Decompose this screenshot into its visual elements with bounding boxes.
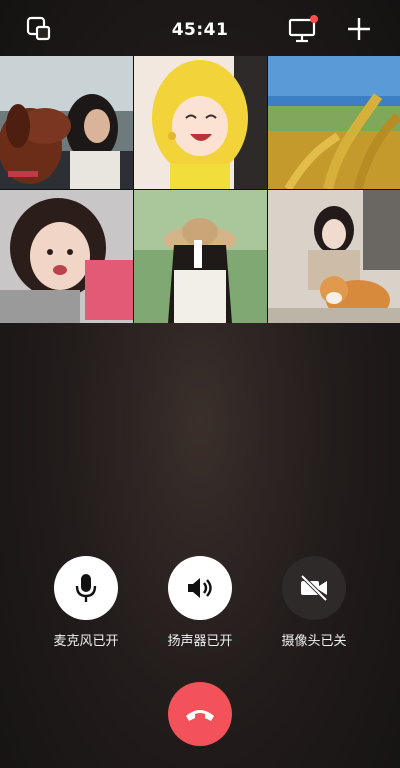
participant-video-4[interactable] (0, 190, 133, 323)
participant-video-5[interactable] (134, 190, 267, 323)
speaker-control[interactable]: 扬声器已开 (150, 556, 250, 649)
call-controls: 麦克风已开 扬声器已开 摄像头已关 (0, 556, 400, 656)
participant-video-6[interactable] (268, 190, 400, 323)
speaker-button[interactable] (168, 556, 232, 620)
add-icon[interactable] (344, 14, 374, 44)
microphone-icon (75, 574, 97, 602)
camera-off-icon (300, 574, 328, 602)
call-timer: 45:41 (171, 20, 229, 40)
participant-video-3[interactable] (268, 56, 400, 189)
participant-grid (0, 56, 400, 323)
camera-control[interactable]: 摄像头已关 (264, 556, 364, 649)
notification-dot (310, 15, 318, 23)
camera-label: 摄像头已关 (281, 634, 347, 649)
hangup-icon (186, 710, 214, 721)
microphone-control[interactable]: 麦克风已开 (36, 556, 136, 649)
hangup-button[interactable] (168, 682, 232, 746)
top-bar: 45:41 (0, 0, 400, 56)
screen-share-icon[interactable] (286, 14, 320, 44)
microphone-label: 麦克风已开 (53, 634, 119, 649)
speaker-label: 扬声器已开 (167, 634, 233, 649)
participant-video-2[interactable] (134, 56, 267, 189)
camera-button[interactable] (282, 556, 346, 620)
speaker-icon (188, 578, 212, 598)
participant-video-1[interactable] (0, 56, 133, 189)
microphone-button[interactable] (54, 556, 118, 620)
